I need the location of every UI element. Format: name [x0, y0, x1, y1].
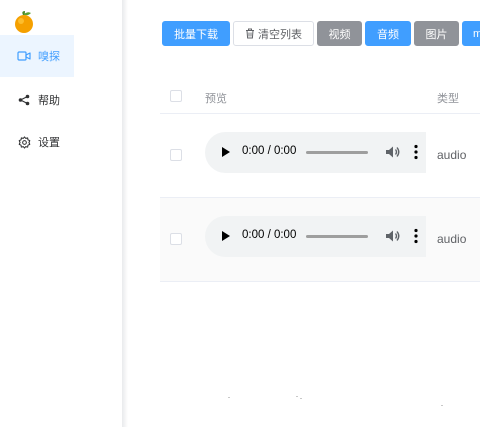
filter-audio-button[interactable]: 音频: [365, 21, 411, 46]
sidebar: 嗅探 帮助 设置: [0, 0, 122, 427]
filter-more-button[interactable]: m: [462, 21, 480, 46]
trash-icon: [246, 28, 254, 39]
batch-download-button[interactable]: 批量下载: [162, 21, 230, 46]
row-checkbox[interactable]: [170, 149, 182, 161]
sidebar-item-sniff[interactable]: 嗅探: [0, 35, 74, 77]
sidebar-item-label: 设置: [38, 137, 60, 149]
audio-player: 0:00 / 0:00: [205, 216, 426, 257]
seek-bar[interactable]: [306, 235, 368, 238]
row-checkbox[interactable]: [170, 233, 182, 245]
table-header: 预览 类型: [160, 78, 480, 114]
video-camera-icon: [17, 49, 31, 63]
sidebar-item-label: 嗅探: [38, 51, 60, 63]
filter-video-button[interactable]: 视频: [317, 21, 362, 46]
volume-icon[interactable]: [385, 145, 401, 159]
select-all-checkbox[interactable]: [170, 90, 182, 102]
volume-icon[interactable]: [385, 229, 401, 243]
more-options-icon[interactable]: [414, 144, 418, 160]
sidebar-item-label: 帮助: [38, 95, 60, 107]
sidebar-item-help[interactable]: 帮助: [0, 79, 74, 121]
audio-player: 0:00 / 0:00: [205, 132, 426, 173]
render-artifact: [300, 398, 302, 399]
clear-list-label: 清空列表: [258, 28, 302, 41]
gear-icon: [17, 135, 31, 149]
table-row: 0:00 / 0:00 audio: [160, 114, 480, 198]
clear-list-button[interactable]: 清空列表: [233, 21, 314, 46]
type-cell: audio: [437, 148, 467, 162]
column-preview: 预览: [205, 93, 227, 105]
playback-time: 0:00 / 0:00: [242, 145, 297, 157]
orange-logo: [15, 11, 33, 33]
seek-bar[interactable]: [306, 151, 368, 154]
sidebar-item-settings[interactable]: 设置: [0, 121, 74, 163]
playback-time: 0:00 / 0:00: [242, 229, 297, 241]
table-row: 0:00 / 0:00 audio: [160, 198, 480, 282]
filter-image-button[interactable]: 图片: [414, 21, 459, 46]
render-artifact: [296, 396, 298, 397]
play-icon[interactable]: [222, 231, 230, 241]
column-type: 类型: [437, 93, 459, 105]
render-artifact: [441, 405, 443, 406]
render-artifact: [228, 397, 230, 398]
play-icon[interactable]: [222, 147, 230, 157]
sidebar-divider: [122, 0, 128, 427]
more-options-icon[interactable]: [414, 228, 418, 244]
type-cell: audio: [437, 232, 467, 246]
share-icon: [17, 93, 31, 107]
